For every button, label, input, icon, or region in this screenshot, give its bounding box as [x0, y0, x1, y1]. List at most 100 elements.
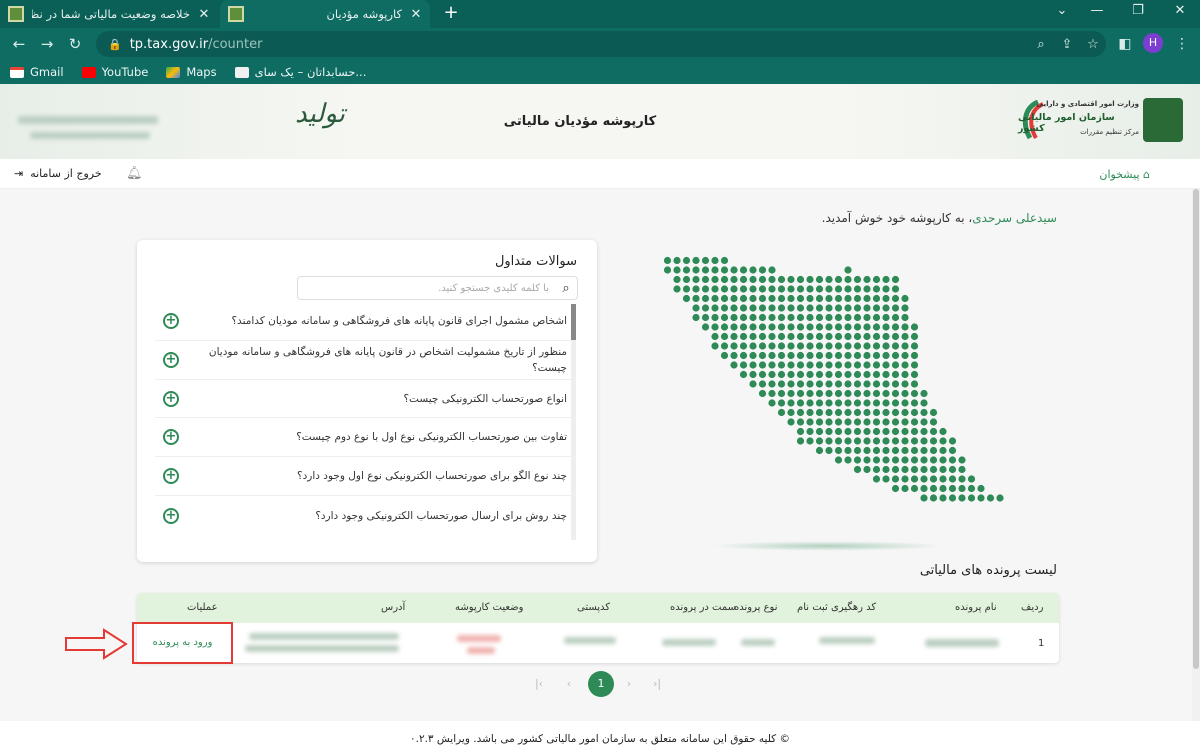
url-text: tp.tax.gov.ir/counter: [129, 36, 263, 52]
page-number-current[interactable]: 1: [588, 671, 614, 697]
logout-button[interactable]: ⇥ خروج از سامانه: [14, 167, 102, 180]
page-scrollbar[interactable]: [1192, 189, 1200, 721]
enter-file-button[interactable]: ورود به پرونده: [132, 622, 233, 664]
cell-file-name-blurred: [925, 639, 999, 647]
address-bar[interactable]: 🔒 tp.tax.gov.ir/counter ⌕ ⇪ ☆: [96, 31, 1106, 57]
cell-tracking-code-blurred: [819, 637, 875, 644]
first-page-icon[interactable]: |‹: [530, 675, 548, 693]
site-favicon-icon: [8, 6, 24, 22]
user-info-blurred: [18, 116, 158, 124]
expand-plus-icon[interactable]: +: [163, 313, 179, 329]
home-icon: ⌂: [1143, 168, 1150, 181]
bookmark-gmail[interactable]: Gmail: [10, 65, 64, 79]
faq-list: + اشخاص مشمول اجرای قانون پایانه های فروش…: [155, 302, 579, 542]
cell-file-type-blurred: [741, 639, 775, 646]
cell-status-blurred: [467, 647, 495, 654]
reload-icon[interactable]: ↻: [64, 33, 86, 55]
browser-tab-active[interactable]: کارپوشه مؤدیان ✕: [220, 0, 430, 28]
user-info-blurred: [30, 132, 150, 139]
faq-card: سوالات متداول با کلمه کلیدی جستجو کنید. …: [137, 240, 597, 562]
minimize-button[interactable]: —: [1077, 0, 1117, 24]
welcome-message: سیدعلی سرحدی، به کارپوشه خود خوش آمدید.: [821, 211, 1057, 225]
next-page-icon[interactable]: ›: [620, 675, 638, 693]
bookmark-star-icon[interactable]: ☆: [1080, 37, 1106, 52]
col-tracking-code: کد رهگیری ثبت نام: [797, 602, 877, 613]
tab-search-icon[interactable]: ⌄: [1042, 0, 1082, 24]
emblem-icon: [1143, 98, 1183, 142]
faq-scroll-thumb[interactable]: [571, 304, 576, 340]
tolid-signature-logo: تولید: [294, 99, 346, 129]
col-status: وضعیت کارپوشه: [455, 602, 524, 613]
faq-item[interactable]: + اشخاص مشمول اجرای قانون پایانه های فروش…: [155, 302, 571, 341]
back-icon[interactable]: ←: [8, 33, 30, 55]
menu-icon[interactable]: ⋮: [1172, 34, 1192, 54]
browser-toolbar: ← → ↻ 🔒 tp.tax.gov.ir/counter ⌕ ⇪ ☆ ◧ H …: [0, 28, 1200, 60]
browser-tab[interactable]: خلاصه وضعیت مالیاتی شما در نظام ✕: [0, 0, 218, 28]
expand-plus-icon[interactable]: +: [163, 352, 179, 368]
tab-title: کارپوشه مؤدیان: [326, 7, 402, 21]
restore-button[interactable]: ❐: [1118, 0, 1158, 24]
page-title: کارپوشه مؤدیان مالیاتی: [503, 114, 657, 129]
col-file-type: نوع پرونده: [734, 602, 778, 613]
tax-org-logo: وزارت امور اقتصادی و دارایی سازمان امور …: [1018, 98, 1183, 146]
cell-address-blurred: [249, 633, 399, 640]
maps-icon: [166, 66, 181, 78]
search-icon[interactable]: ⌕: [555, 281, 577, 296]
cell-index: 1: [1038, 638, 1045, 649]
cell-postal-code-blurred: [564, 637, 616, 644]
sub-navigation: پیشخوان ⌂ 🔔︎ ⇥ خروج از سامانه: [0, 159, 1200, 189]
col-role: سمت در پرونده: [670, 602, 737, 613]
col-address: آدرس: [381, 602, 406, 613]
expand-plus-icon[interactable]: +: [163, 429, 179, 445]
cell-address-blurred: [245, 645, 399, 652]
page-scroll-thumb[interactable]: [1193, 189, 1199, 669]
site-favicon-icon: [228, 6, 244, 22]
prev-page-icon[interactable]: ‹: [560, 675, 578, 693]
col-file-name: نام پرونده: [955, 602, 997, 613]
map-shadow: [710, 541, 945, 551]
footer-copyright: © کلیه حقوق این سامانه متعلق به سازمان ا…: [0, 721, 1200, 754]
expand-plus-icon[interactable]: +: [163, 468, 179, 484]
site-icon: [234, 66, 249, 78]
files-list-title: لیست پرونده های مالیاتی: [919, 563, 1057, 578]
expand-plus-icon[interactable]: +: [163, 507, 179, 524]
bookmark-maps[interactable]: Maps: [166, 65, 217, 79]
faq-item[interactable]: + منظور از تاریخ مشمولیت اشخاص در قانون پ…: [155, 341, 571, 380]
share-icon[interactable]: ⇪: [1054, 37, 1080, 52]
notification-bell-icon[interactable]: 🔔︎: [126, 166, 143, 181]
expand-plus-icon[interactable]: +: [163, 390, 179, 407]
faq-search-input[interactable]: با کلمه کلیدی جستجو کنید. ⌕: [297, 276, 578, 300]
home-link[interactable]: پیشخوان ⌂: [1099, 168, 1150, 181]
red-arrow-annotation: [65, 628, 128, 660]
cell-role-blurred: [662, 639, 716, 646]
faq-item[interactable]: + تفاوت بین صورتحساب الکترونیکی نوع اول ب…: [155, 418, 571, 457]
faq-scrollbar[interactable]: [571, 304, 576, 540]
files-table: ردیف نام پرونده کد رهگیری ثبت نام نوع پر…: [137, 593, 1059, 663]
forward-icon[interactable]: →: [36, 33, 58, 55]
logo-center-text: مرکز تنظیم مقررات: [1080, 128, 1139, 136]
new-tab-button[interactable]: +: [440, 2, 462, 24]
cell-status-blurred: [457, 635, 501, 642]
col-index: ردیف: [1021, 602, 1044, 613]
profile-avatar[interactable]: H: [1143, 33, 1163, 53]
faq-title: سوالات متداول: [494, 254, 577, 269]
tab-title: خلاصه وضعیت مالیاتی شما در نظام: [32, 7, 190, 21]
sidebar-icon[interactable]: ◧: [1115, 34, 1135, 54]
close-tab-icon[interactable]: ✕: [408, 7, 424, 22]
bookmark-hesabdatan[interactable]: حسابداتان – یک سای...: [234, 65, 366, 79]
pagination: |‹ ‹ 1 › ›|: [530, 671, 670, 697]
logo-ministry-text: وزارت امور اقتصادی و دارایی: [1036, 100, 1139, 108]
last-page-icon[interactable]: ›|: [648, 675, 666, 693]
faq-item[interactable]: + چند روش برای ارسال صورتحساب الکترونیکی …: [155, 496, 571, 535]
iran-dot-map-image: [663, 256, 1004, 502]
close-tab-icon[interactable]: ✕: [196, 7, 212, 22]
faq-item[interactable]: + چند نوع الگو برای صورتحساب الکترونیکی ن…: [155, 457, 571, 496]
bookmark-youtube[interactable]: YouTube: [81, 65, 148, 79]
lock-icon: 🔒: [108, 37, 122, 51]
faq-item[interactable]: + انواع صورتحساب الکترونیکی چیست؟: [155, 380, 571, 418]
zoom-icon[interactable]: ⌕: [1028, 37, 1054, 52]
youtube-icon: [81, 66, 96, 78]
close-window-button[interactable]: ✕: [1160, 0, 1200, 24]
gmail-icon: [10, 66, 24, 78]
logout-icon: ⇥: [14, 167, 24, 180]
